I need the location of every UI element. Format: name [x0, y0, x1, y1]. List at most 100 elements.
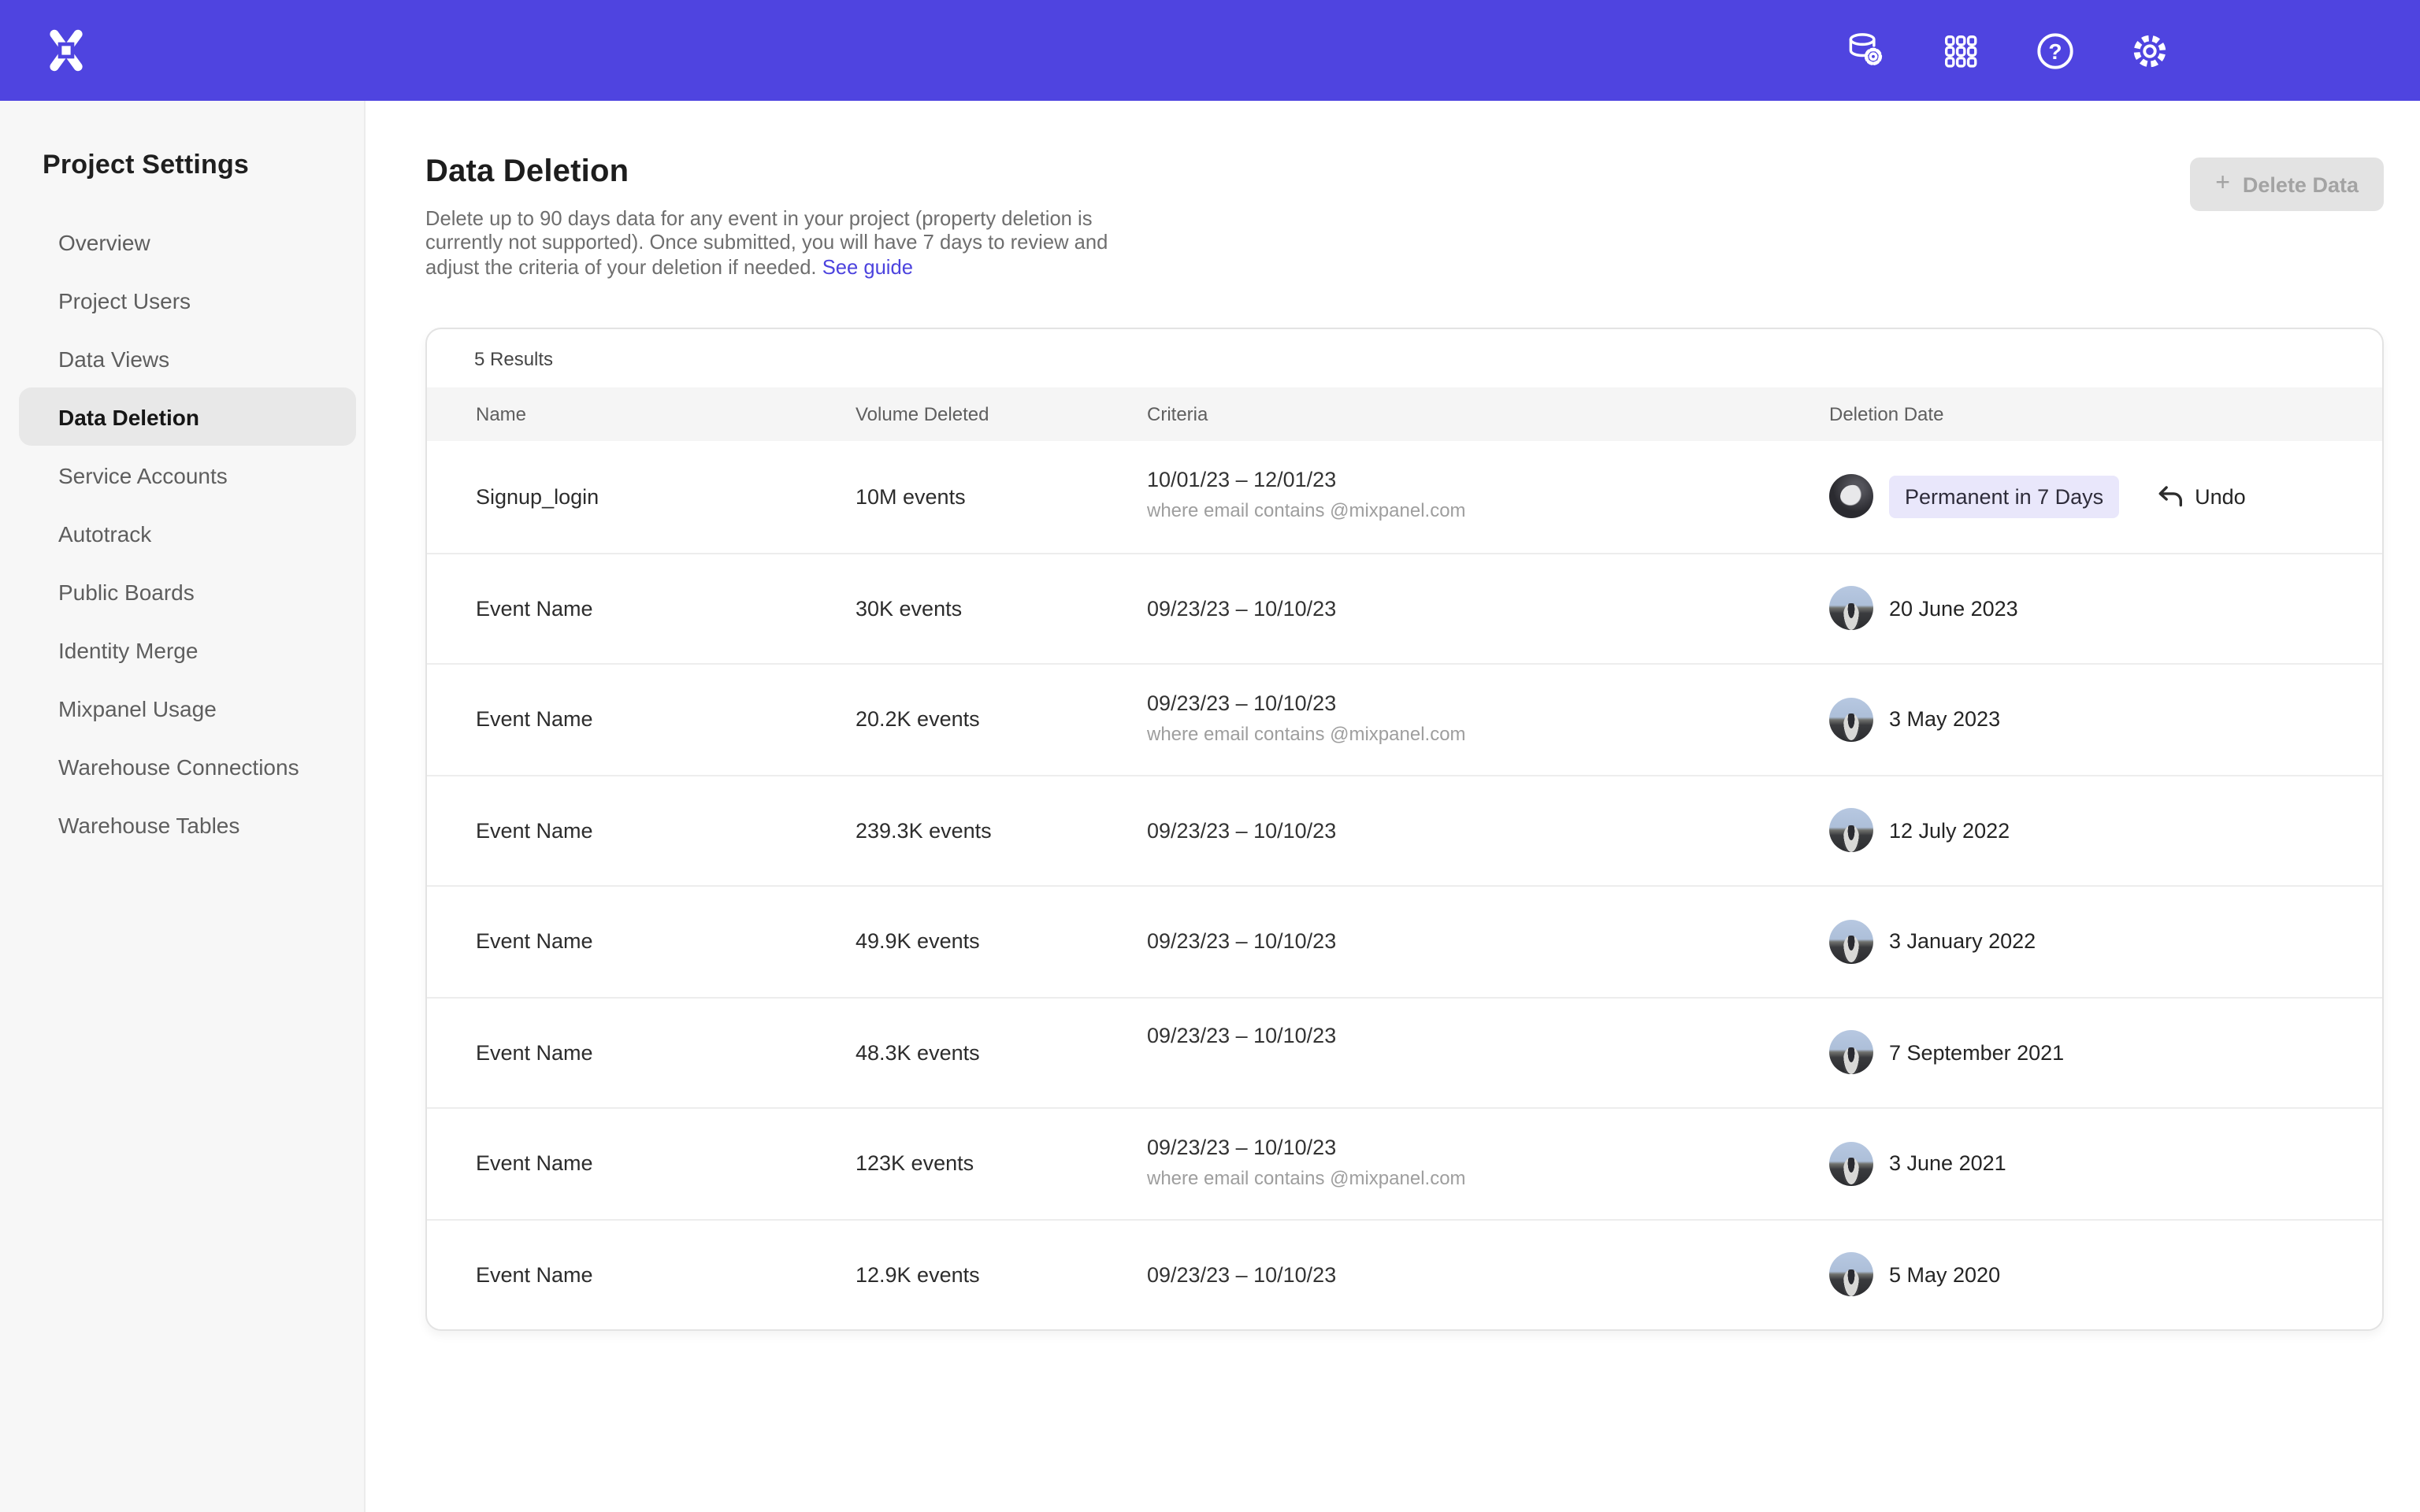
svg-text:?: ?: [2047, 39, 2061, 63]
event-name: Event Name: [476, 1263, 856, 1287]
column-header-criteria: Criteria: [1147, 403, 1829, 425]
table-body: Signup_login 10M events 10/01/23 – 12/01…: [427, 441, 2382, 1329]
volume-deleted: 49.9K events: [856, 930, 1147, 954]
criteria: 09/23/23 – 10/10/23 where email contains…: [1147, 691, 1829, 748]
criteria-date-range: 09/23/23 – 10/10/23: [1147, 1263, 1829, 1287]
criteria-date-range: 09/23/23 – 10/10/23: [1147, 1025, 1829, 1048]
main-content: Data Deletion Delete up to 90 days data …: [366, 101, 2420, 1512]
criteria-filter: where email contains @mixpanel.com: [1147, 721, 1829, 748]
mixpanel-logo-icon[interactable]: [43, 27, 90, 74]
deletion-date: 5 May 2020: [1889, 1263, 2000, 1287]
criteria-date-range: 09/23/23 – 10/10/23: [1147, 930, 1829, 954]
sidebar-item-identity-merge[interactable]: Identity Merge: [19, 621, 356, 679]
sidebar-item-label: Warehouse Connections: [58, 754, 299, 779]
table-row: Event Name 12.9K events 09/23/23 – 10/10…: [427, 1218, 2382, 1329]
sidebar-item-autotrack[interactable]: Autotrack: [19, 504, 356, 562]
data-management-icon[interactable]: [1834, 19, 1897, 82]
volume-deleted: 123K events: [856, 1152, 1147, 1176]
table-row: Event Name 48.3K events 09/23/23 – 10/10…: [427, 996, 2382, 1107]
user-avatar: [1829, 1253, 1873, 1297]
criteria-filter: where email contains @mixpanel.com: [1147, 498, 1829, 525]
help-icon[interactable]: ?: [2023, 19, 2086, 82]
table-row: Signup_login 10M events 10/01/23 – 12/01…: [427, 441, 2382, 552]
sidebar-item-overview[interactable]: Overview: [19, 213, 356, 271]
user-avatar: [1829, 475, 1873, 519]
criteria: 09/23/23 – 10/10/23: [1147, 819, 1829, 843]
undo-button[interactable]: Undo: [2157, 485, 2246, 509]
undo-icon: [2157, 485, 2184, 509]
sidebar-item-label: Mixpanel Usage: [58, 695, 217, 721]
sidebar-item-data-views[interactable]: Data Views: [19, 329, 356, 387]
sidebar-item-label: Overview: [58, 229, 150, 254]
deletion-date: 20 June 2023: [1889, 597, 2018, 621]
undo-label: Undo: [2195, 485, 2246, 509]
page-description-text: Delete up to 90 days data for any event …: [425, 206, 1108, 279]
criteria-date-range: 09/23/23 – 10/10/23: [1147, 819, 1829, 843]
sidebar-item-warehouse-tables[interactable]: Warehouse Tables: [19, 795, 356, 854]
deletion-date: 3 May 2023: [1889, 708, 2000, 732]
delete-data-button[interactable]: + Delete Data: [2190, 158, 2384, 211]
deletion-date-cell: 12 July 2022: [1829, 809, 2382, 853]
table-row: Event Name 123K events 09/23/23 – 10/10/…: [427, 1107, 2382, 1218]
plus-icon: +: [2215, 172, 2230, 197]
table-row: Event Name 49.9K events 09/23/23 – 10/10…: [427, 885, 2382, 996]
sidebar-item-project-users[interactable]: Project Users: [19, 271, 356, 329]
event-name: Event Name: [476, 1152, 856, 1176]
event-name: Event Name: [476, 708, 856, 732]
sidebar-item-warehouse-connections[interactable]: Warehouse Connections: [19, 737, 356, 795]
deletion-date-cell: 5 May 2020: [1829, 1253, 2382, 1297]
sidebar-item-data-deletion[interactable]: Data Deletion: [19, 387, 356, 446]
criteria-date-range: 09/23/23 – 10/10/23: [1147, 1136, 1829, 1159]
sidebar-item-label: Warehouse Tables: [58, 812, 239, 837]
app: ? Project Settings Overview Project User…: [0, 0, 2420, 1512]
settings-icon[interactable]: [2118, 19, 2181, 82]
event-name: Signup_login: [476, 485, 856, 509]
volume-deleted: 10M events: [856, 485, 1147, 509]
volume-deleted: 20.2K events: [856, 708, 1147, 732]
criteria-filter: where email contains @mixpanel.com: [1147, 1166, 1829, 1192]
sidebar-item-label: Identity Merge: [58, 637, 198, 662]
deletion-date-cell: 3 May 2023: [1829, 698, 2382, 742]
event-name: Event Name: [476, 597, 856, 621]
user-avatar: [1829, 1142, 1873, 1186]
user-avatar: [1829, 698, 1873, 742]
column-header-deletion-date: Deletion Date: [1829, 403, 2382, 425]
user-avatar: [1829, 587, 1873, 631]
column-header-volume-deleted: Volume Deleted: [856, 403, 1147, 425]
deletion-date: 12 July 2022: [1889, 819, 2010, 843]
event-name: Event Name: [476, 930, 856, 954]
sidebar-item-label: Data Deletion: [58, 404, 199, 429]
criteria: 09/23/23 – 10/10/23: [1147, 1025, 1829, 1081]
sidebar-item-label: Autotrack: [58, 521, 151, 546]
criteria-date-range: 10/01/23 – 12/01/23: [1147, 469, 1829, 492]
criteria-filter: [1147, 1054, 1829, 1081]
sidebar-title: Project Settings: [0, 146, 364, 184]
top-nav: ?: [0, 0, 2420, 101]
criteria: 10/01/23 – 12/01/23 where email contains…: [1147, 469, 1829, 525]
criteria: 09/23/23 – 10/10/23 where email contains…: [1147, 1136, 1829, 1192]
apps-grid-icon[interactable]: [1928, 19, 1991, 82]
user-avatar: [1829, 920, 1873, 964]
criteria-date-range: 09/23/23 – 10/10/23: [1147, 691, 1829, 715]
sidebar-item-mixpanel-usage[interactable]: Mixpanel Usage: [19, 679, 356, 737]
table-row: Event Name 20.2K events 09/23/23 – 10/10…: [427, 663, 2382, 774]
table-header-row: Name Volume Deleted Criteria Deletion Da…: [427, 387, 2382, 441]
deletion-table-card: 5 Results Name Volume Deleted Criteria D…: [425, 328, 2384, 1331]
user-avatar: [1829, 1031, 1873, 1075]
see-guide-link[interactable]: See guide: [822, 255, 913, 279]
sidebar-item-label: Data Views: [58, 346, 169, 371]
deletion-date: 7 September 2021: [1889, 1041, 2064, 1065]
results-count: 5 Results: [427, 329, 2382, 387]
delete-data-button-label: Delete Data: [2243, 172, 2359, 196]
top-nav-icons: ?: [1834, 19, 2181, 82]
sidebar-item-service-accounts[interactable]: Service Accounts: [19, 446, 356, 504]
sidebar-item-public-boards[interactable]: Public Boards: [19, 562, 356, 621]
volume-deleted: 12.9K events: [856, 1263, 1147, 1287]
event-name: Event Name: [476, 1041, 856, 1065]
volume-deleted: 48.3K events: [856, 1041, 1147, 1065]
table-row: Event Name 30K events 09/23/23 – 10/10/2…: [427, 552, 2382, 663]
deletion-date-cell: Permanent in 7 Days Undo: [1829, 475, 2382, 519]
user-avatar: [1829, 809, 1873, 853]
sidebar-item-label: Project Users: [58, 287, 191, 313]
criteria: 09/23/23 – 10/10/23: [1147, 1263, 1829, 1287]
